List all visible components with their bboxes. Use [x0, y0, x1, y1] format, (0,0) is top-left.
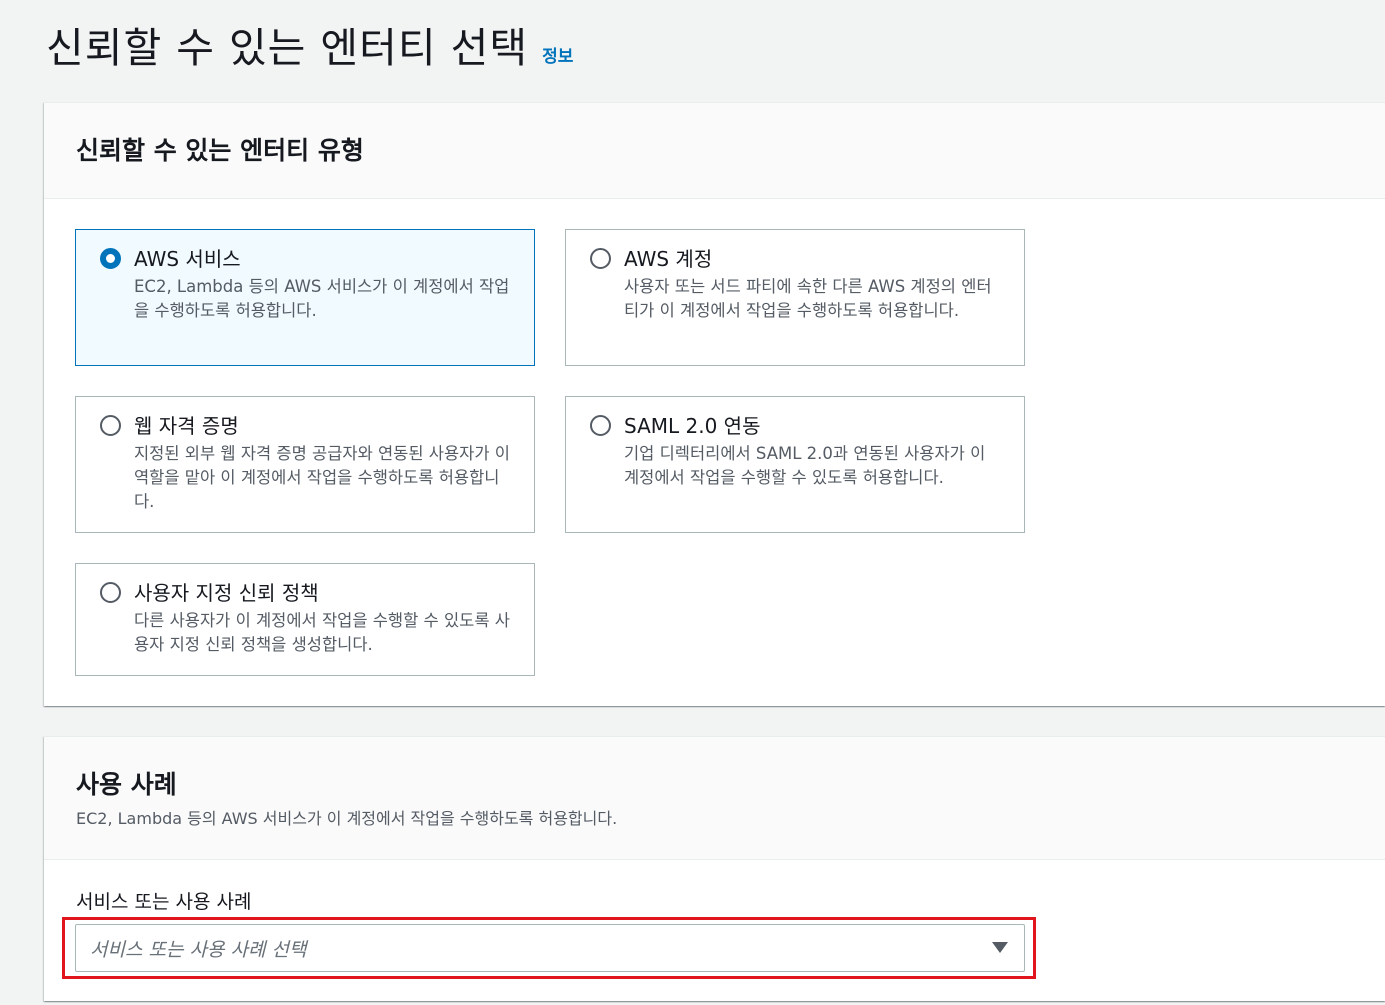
tile-aws-service[interactable]: AWS 서비스 EC2, Lambda 등의 AWS 서비스가 이 계정에서 작… — [75, 229, 535, 366]
tile-custom-trust-policy[interactable]: 사용자 지정 신뢰 정책 다른 사용자가 이 계정에서 작업을 수행할 수 있도… — [75, 563, 535, 676]
panel-header: 신뢰할 수 있는 엔터티 유형 — [44, 103, 1385, 199]
page-header: 신뢰할 수 있는 엔터티 선택 정보 — [46, 14, 573, 74]
trusted-entity-type-panel: 신뢰할 수 있는 엔터티 유형 AWS 서비스 EC2, Lambda 등의 A… — [44, 102, 1385, 706]
info-link[interactable]: 정보 — [542, 42, 573, 67]
field-label: 서비스 또는 사용 사례 — [76, 891, 252, 913]
tile-aws-account[interactable]: AWS 계정 사용자 또는 서드 파티에 속한 다른 AWS 계정의 엔터티가 … — [565, 229, 1025, 366]
tile-description: 사용자 또는 서드 파티에 속한 다른 AWS 계정의 엔터티가 이 계정에서 … — [624, 277, 992, 320]
select-placeholder: 서비스 또는 사용 사례 선택 — [90, 939, 307, 961]
service-use-case-select[interactable]: 서비스 또는 사용 사례 선택 — [75, 924, 1025, 972]
tile-description: EC2, Lambda 등의 AWS 서비스가 이 계정에서 작업을 수행하도록… — [134, 277, 510, 320]
page-title: 신뢰할 수 있는 엔터티 선택 — [46, 24, 529, 72]
panel-description: EC2, Lambda 등의 AWS 서비스가 이 계정에서 작업을 수행하도록… — [76, 809, 618, 828]
radio-button[interactable] — [100, 582, 121, 603]
radio-button[interactable] — [100, 415, 121, 436]
radio-button[interactable] — [590, 248, 611, 269]
tile-description: 기업 디렉터리에서 SAML 2.0과 연동된 사용자가 이 계정에서 작업을 … — [624, 444, 986, 487]
radio-button-selected[interactable] — [100, 248, 121, 269]
panel-heading: 신뢰할 수 있는 엔터티 유형 — [76, 136, 364, 165]
tile-description: 다른 사용자가 이 계정에서 작업을 수행할 수 있도록 사용자 지정 신뢰 정… — [134, 611, 510, 654]
radio-button[interactable] — [590, 415, 611, 436]
tile-saml-federation[interactable]: SAML 2.0 연동 기업 디렉터리에서 SAML 2.0과 연동된 사용자가… — [565, 396, 1025, 533]
panel-heading: 사용 사례 — [76, 770, 177, 799]
tile-title: SAML 2.0 연동 — [624, 414, 761, 438]
tile-web-identity[interactable]: 웹 자격 증명 지정된 외부 웹 자격 증명 공급자와 연동된 사용자가 이 역… — [75, 396, 535, 533]
panel-header: 사용 사례 EC2, Lambda 등의 AWS 서비스가 이 계정에서 작업을… — [44, 737, 1385, 860]
tile-title: 웹 자격 증명 — [134, 414, 239, 438]
use-case-panel: 사용 사례 EC2, Lambda 등의 AWS 서비스가 이 계정에서 작업을… — [44, 736, 1385, 1001]
tile-title: 사용자 지정 신뢰 정책 — [134, 581, 319, 605]
caret-down-icon[interactable] — [992, 942, 1008, 953]
tile-description: 지정된 외부 웹 자격 증명 공급자와 연동된 사용자가 이 역할을 맡아 이 … — [134, 444, 510, 511]
tile-title: AWS 서비스 — [134, 247, 241, 271]
tile-title: AWS 계정 — [624, 247, 713, 271]
